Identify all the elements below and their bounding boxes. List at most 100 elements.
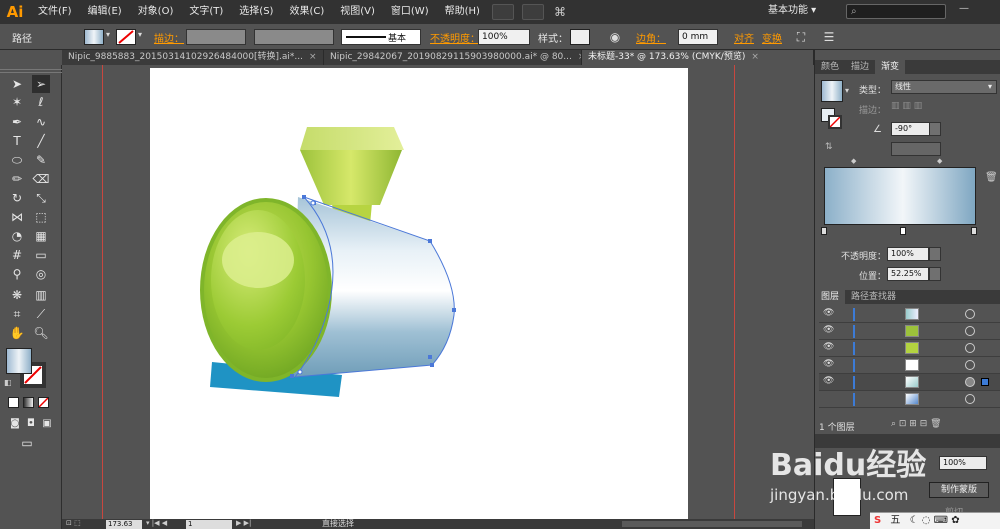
layer-row[interactable]: 👁︎: [819, 306, 1000, 323]
transparency-opacity-field[interactable]: 100%: [939, 456, 987, 470]
pen-tool-icon[interactable]: ✒: [8, 113, 26, 131]
corner-label[interactable]: 边角：: [636, 30, 666, 45]
gradient-type-dropdown[interactable]: 线性 ▾: [891, 80, 997, 94]
tab-document-active[interactable]: 未标题-33* @ 173.63% (CMYK/预览) ×: [582, 50, 814, 65]
gradient-slider-bar[interactable]: [824, 167, 976, 225]
gradient-stop-left[interactable]: [821, 227, 827, 235]
eye-icon[interactable]: 👁︎: [823, 342, 834, 352]
menu-type[interactable]: 文字(T): [181, 0, 231, 24]
tab-stroke[interactable]: 描边: [845, 60, 875, 74]
magic-wand-tool-icon[interactable]: ✶: [8, 93, 26, 111]
stop-location-field[interactable]: 52.25%: [887, 267, 929, 281]
pencil-tool-icon[interactable]: ✏: [8, 170, 26, 188]
eraser-tool-icon[interactable]: ⌫: [32, 170, 50, 188]
blend-tool-icon[interactable]: ◎: [32, 265, 50, 283]
eye-icon[interactable]: 👁︎: [823, 308, 834, 318]
layer-row[interactable]: 👁︎: [819, 357, 1000, 374]
curvature-tool-icon[interactable]: ∿: [32, 113, 50, 131]
close-icon[interactable]: ×: [751, 52, 759, 62]
target-icon[interactable]: [965, 343, 975, 353]
scale-tool-icon[interactable]: ⤡: [32, 189, 50, 207]
target-icon[interactable]: [965, 377, 975, 387]
artboard-number-field[interactable]: 1: [186, 520, 232, 529]
bridge-button[interactable]: [491, 4, 514, 20]
reverse-gradient-icon[interactable]: ⇅: [825, 142, 833, 152]
layer-row-selected[interactable]: 👁︎: [819, 374, 1000, 391]
page-nav-prev-icon[interactable]: ▾ |◀ ◀: [146, 519, 167, 527]
variable-width-dropdown[interactable]: [254, 29, 334, 45]
mesh-tool-icon[interactable]: #: [8, 246, 26, 264]
stroke-dropdown-icon[interactable]: ▾: [138, 30, 142, 39]
page-nav-next-icon[interactable]: ▶ ▶|: [236, 519, 251, 527]
menu-effect[interactable]: 效果(C): [281, 0, 332, 24]
menu-window[interactable]: 窗口(W): [383, 0, 437, 24]
close-icon[interactable]: ×: [309, 52, 317, 62]
stroke-weight-label[interactable]: 描边：: [154, 30, 184, 45]
opacity-label[interactable]: 不透明度：: [430, 30, 480, 45]
line-tool-icon[interactable]: ╱: [32, 132, 50, 150]
target-icon[interactable]: [965, 326, 975, 336]
stop-location-dropdown[interactable]: [929, 267, 941, 281]
horizontal-scrollbar[interactable]: [622, 521, 802, 527]
artboard-nav-icon[interactable]: ⊡ ⬚: [66, 519, 81, 527]
layer-row[interactable]: 👁︎: [819, 323, 1000, 340]
delete-stop-icon[interactable]: 🗑︎: [985, 172, 998, 183]
stop-opacity-dropdown[interactable]: [929, 247, 941, 261]
menu-edit[interactable]: 编辑(E): [80, 0, 130, 24]
layer-row[interactable]: 👁︎: [819, 340, 1000, 357]
tab-document-1[interactable]: Nipic_9885883_20150314102926484000[转换].a…: [62, 50, 324, 65]
selected-art-indicator[interactable]: [981, 378, 989, 386]
perspective-grid-tool-icon[interactable]: ▦: [32, 227, 50, 245]
eyedropper-tool-icon[interactable]: ⚲: [8, 265, 26, 283]
stop-opacity-field[interactable]: 100%: [887, 247, 929, 261]
zoom-field[interactable]: 173.63: [106, 520, 142, 529]
align-link[interactable]: 对齐: [734, 30, 754, 45]
paintbrush-tool-icon[interactable]: ✎: [32, 151, 50, 169]
zoom-tool-icon[interactable]: 🔍︎: [32, 324, 50, 342]
target-icon[interactable]: [965, 309, 975, 319]
none-mode-icon[interactable]: [38, 397, 49, 408]
selection-tool-icon[interactable]: ➤: [8, 75, 26, 93]
tab-document-2[interactable]: Nipic_29842067_20190829115903980000.ai* …: [324, 50, 582, 65]
graphic-style-swatch[interactable]: [570, 29, 590, 45]
gradient-preset-dropdown-icon[interactable]: ▾: [845, 86, 849, 95]
artboard-tool-icon[interactable]: ⌗: [8, 305, 26, 323]
stroke-mini-swatch[interactable]: [828, 115, 842, 129]
free-transform-tool-icon[interactable]: ⬚: [32, 208, 50, 226]
type-tool-icon[interactable]: T: [8, 132, 26, 150]
symbol-sprayer-tool-icon[interactable]: ❋: [8, 286, 26, 304]
eye-icon[interactable]: 👁︎: [823, 325, 834, 335]
layers-footer-icons[interactable]: ⌕ ⊡ ⊞ ⊟ 🗑︎: [891, 419, 942, 429]
tab-layers[interactable]: 图层: [815, 290, 846, 304]
workspace-switcher[interactable]: 基本功能 ▾: [768, 2, 834, 20]
minimize-icon[interactable]: —: [954, 3, 974, 19]
make-mask-button[interactable]: 制作蒙版: [929, 482, 989, 498]
corner-field[interactable]: 0 mm: [678, 29, 718, 45]
target-icon[interactable]: [965, 394, 975, 404]
menu-view[interactable]: 视图(V): [332, 0, 383, 24]
funnel-top[interactable]: [300, 127, 404, 150]
eye-icon[interactable]: 👁︎: [823, 376, 834, 386]
midpoint-diamond-icon[interactable]: ◆: [851, 157, 856, 165]
midpoint-diamond-icon[interactable]: ◆: [937, 157, 942, 165]
fill-dropdown-icon[interactable]: ▾: [106, 30, 110, 39]
stroke-swatch[interactable]: [116, 29, 136, 45]
gpu-icon[interactable]: ⌘: [554, 5, 566, 19]
default-colors-icon[interactable]: ◧: [4, 378, 12, 387]
stroke-weight-dropdown[interactable]: [186, 29, 246, 45]
tab-color[interactable]: 颜色: [815, 60, 845, 74]
rotate-tool-icon[interactable]: ↻: [8, 189, 26, 207]
arrange-documents-button[interactable]: [521, 4, 544, 20]
tab-gradient[interactable]: 渐变: [875, 60, 906, 74]
gradient-preview-swatch[interactable]: [821, 80, 843, 102]
screen-mode-icon[interactable]: ▭: [18, 434, 36, 452]
fill-color-swatch[interactable]: [6, 348, 32, 374]
recolor-icon[interactable]: ◉: [606, 28, 624, 46]
train-illustration[interactable]: [62, 65, 814, 519]
canvas-area[interactable]: [62, 65, 814, 519]
gradient-mode-icon[interactable]: [23, 397, 34, 408]
opacity-field[interactable]: 100%: [478, 29, 530, 45]
tab-pathfinder[interactable]: 路径查找器: [845, 290, 902, 304]
isolate-icon[interactable]: ⛶: [792, 28, 810, 46]
target-icon[interactable]: [965, 360, 975, 370]
